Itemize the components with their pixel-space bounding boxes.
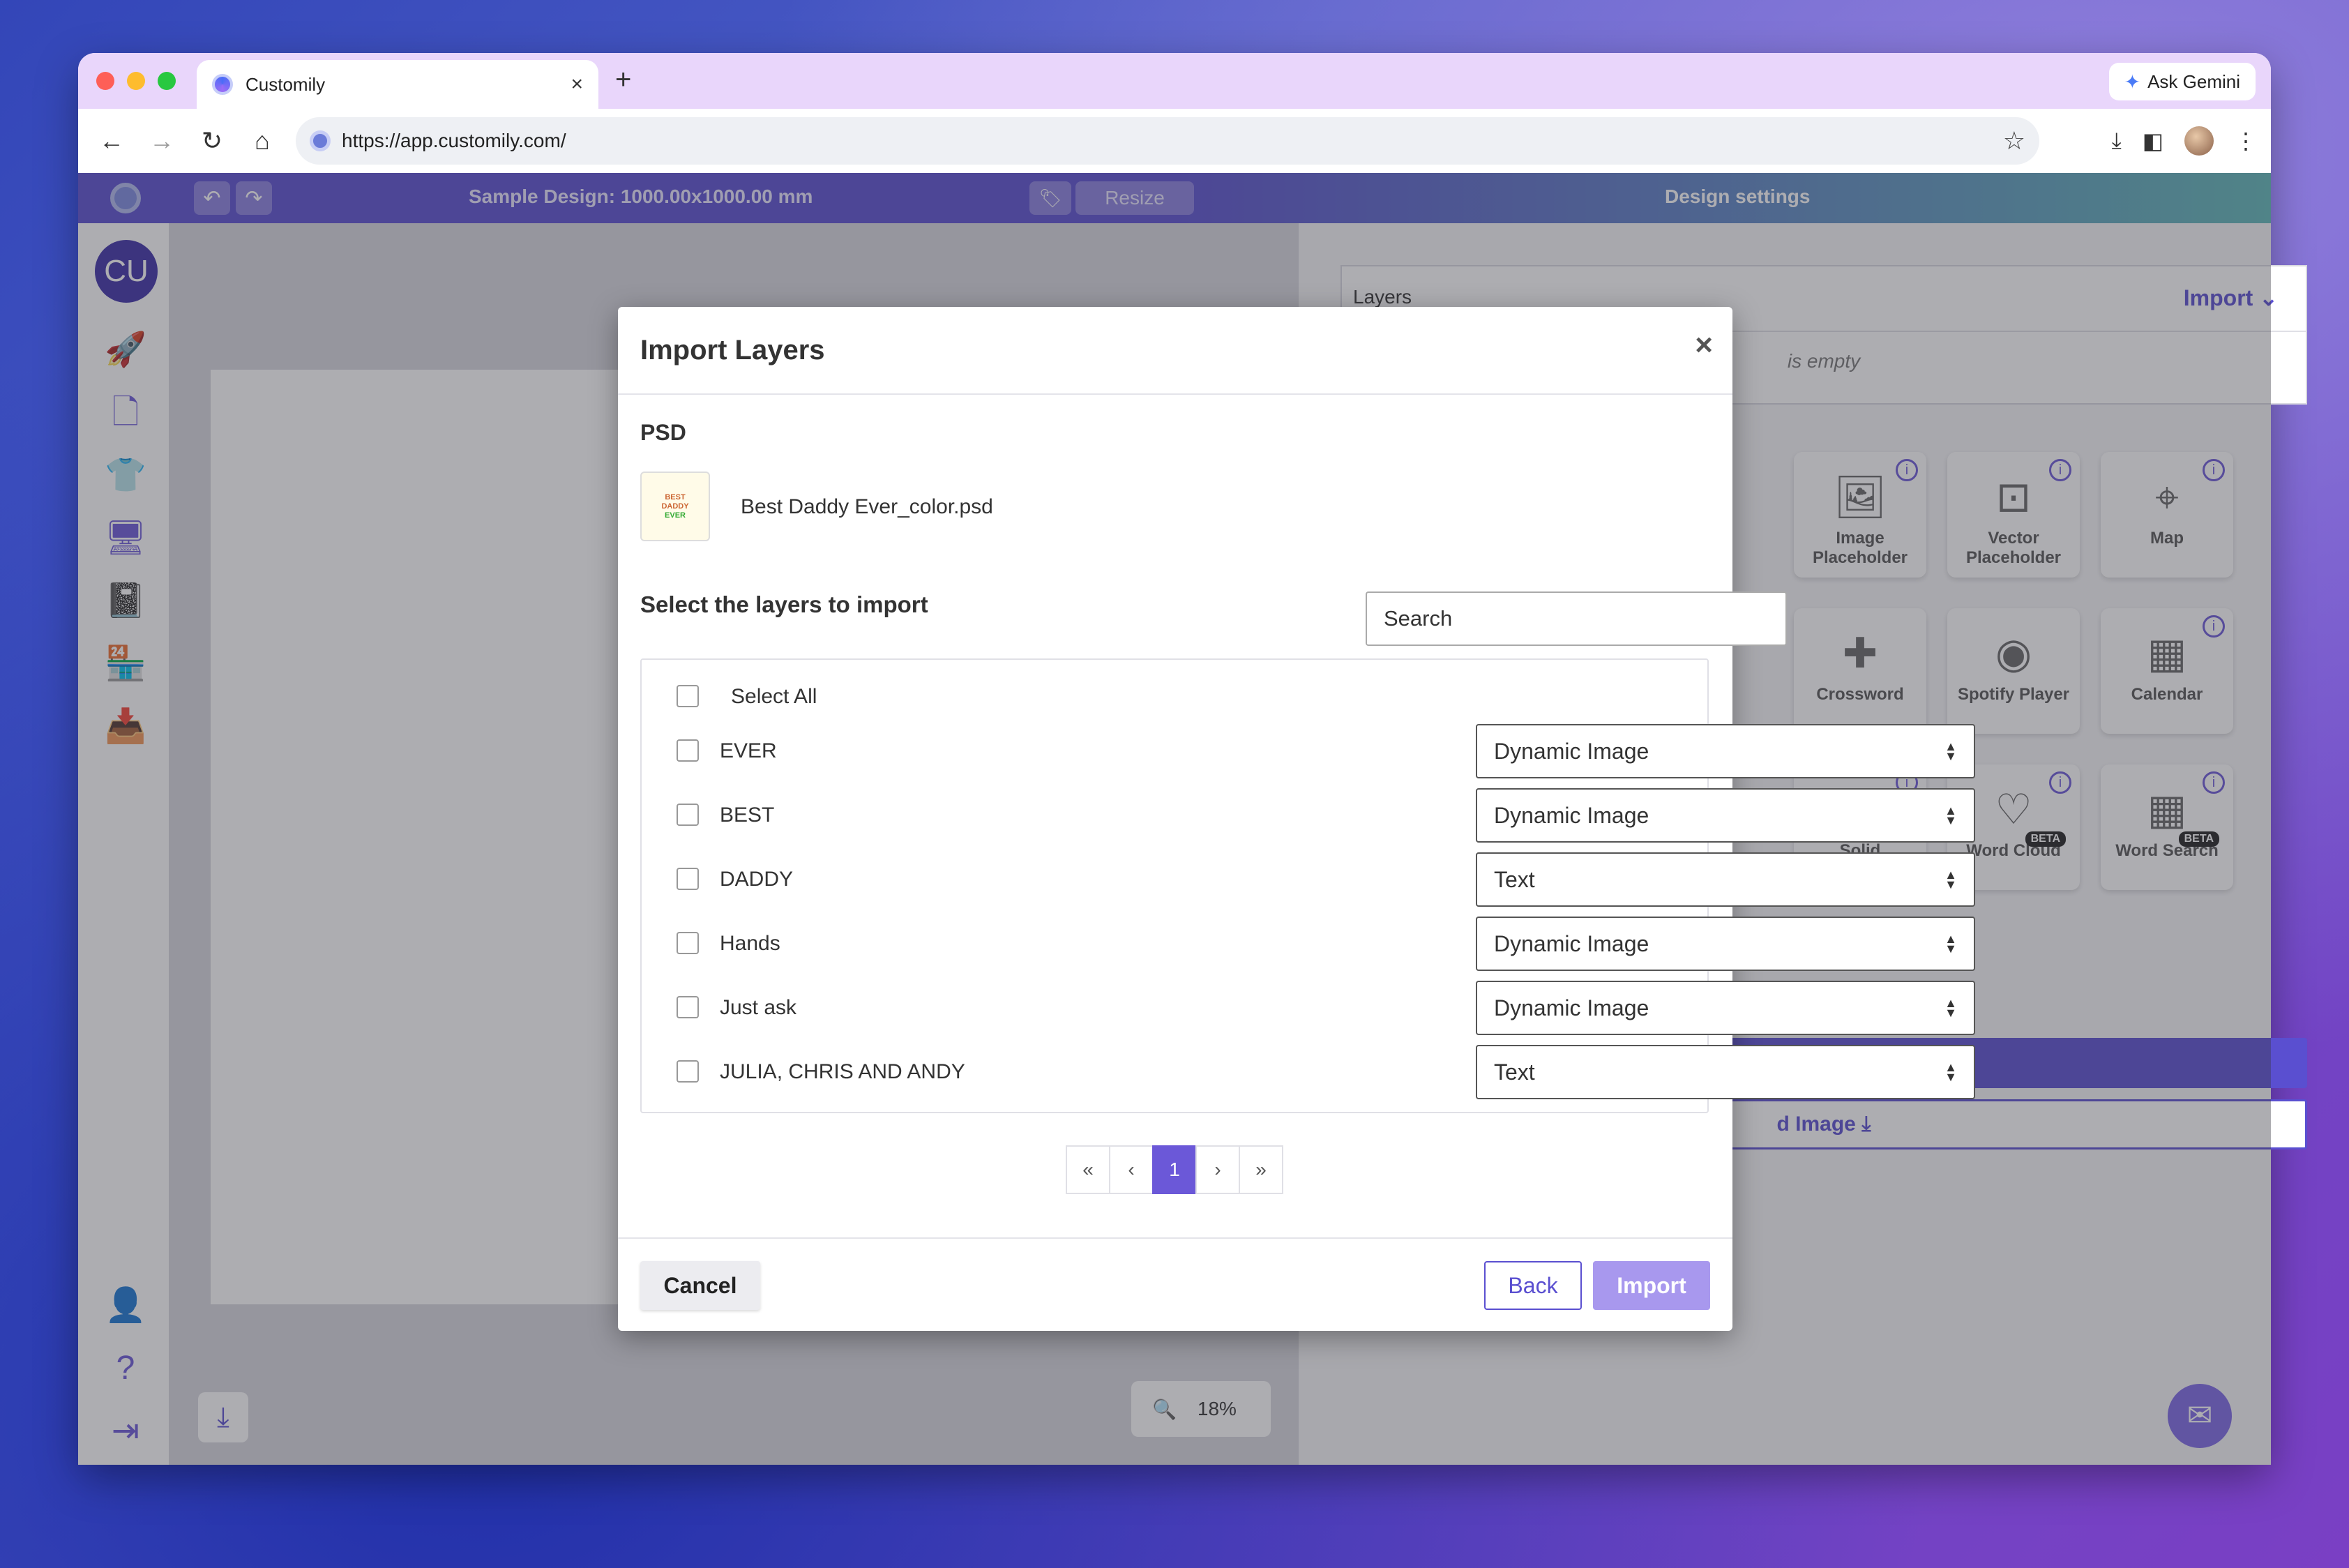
layer-type-select[interactable]: Dynamic Image ▲ ▼: [1476, 724, 1975, 778]
menu-dots-icon[interactable]: ⋮: [2235, 128, 2257, 154]
layer-name: Hands: [720, 932, 780, 955]
back-arrow-icon[interactable]: ←: [86, 126, 137, 156]
import-layers-modal: Import Layers × PSD BEST DADDY EVER Best…: [618, 307, 1975, 1331]
layer-type-value: Dynamic Image: [1494, 995, 1649, 1020]
select-arrows-icon: ▲ ▼: [1944, 739, 1957, 763]
layer-checkbox[interactable]: [677, 932, 699, 954]
select-arrows-icon: ▲ ▼: [1944, 804, 1957, 827]
window-controls: [96, 72, 176, 90]
select-arrows-icon: ▲ ▼: [1944, 1060, 1957, 1084]
new-tab-button[interactable]: +: [615, 64, 631, 96]
download-icon[interactable]: ⤓: [2112, 128, 2122, 154]
tab-close-icon[interactable]: ×: [571, 73, 583, 96]
layer-type-select[interactable]: Text ▲ ▼: [1476, 1045, 1975, 1099]
thumbnail-art: DADDY: [661, 502, 689, 511]
pagination: « ‹ 1 › »: [618, 1145, 1732, 1194]
browser-tab[interactable]: Customily ×: [197, 60, 598, 109]
layer-type-select[interactable]: Text ▲ ▼: [1476, 852, 1975, 907]
site-info-icon[interactable]: [310, 130, 331, 151]
maximize-window-button[interactable]: [158, 72, 176, 90]
layer-checkbox[interactable]: [677, 739, 699, 762]
minimize-window-button[interactable]: [127, 72, 145, 90]
url-text[interactable]: https://app.customily.com/: [342, 130, 2003, 152]
select-arrows-icon: ▲ ▼: [1944, 868, 1957, 891]
address-bar[interactable]: https://app.customily.com/ ☆: [296, 117, 2039, 165]
bookmark-star-icon[interactable]: ☆: [2003, 126, 2025, 156]
toolbar-actions: ⤓ ◧ ⋮: [2112, 109, 2257, 173]
layer-name: EVER: [720, 739, 777, 762]
modal-header: Import Layers ×: [618, 307, 1732, 395]
layer-checkbox[interactable]: [677, 1060, 699, 1083]
modal-title: Import Layers: [640, 335, 825, 365]
layer-checkbox[interactable]: [677, 868, 699, 890]
layer-type-value: Text: [1494, 1059, 1535, 1085]
tab-bar: Customily × + ✦ Ask Gemini: [78, 53, 2271, 109]
tab-title: Customily: [246, 73, 326, 95]
layer-name: BEST: [720, 804, 775, 827]
layer-row: BEST Dynamic Image ▲ ▼: [642, 785, 1975, 843]
select-all-row: Select All: [642, 667, 1707, 723]
select-arrows-icon: ▲ ▼: [1944, 996, 1957, 1020]
layer-type-select[interactable]: Dynamic Image ▲ ▼: [1476, 788, 1975, 843]
modal-footer: Cancel Back Import: [618, 1237, 1732, 1331]
ask-gemini-label: Ask Gemini: [2147, 70, 2240, 92]
layer-name: JULIA, CHRIS AND ANDY: [720, 1060, 965, 1083]
cancel-button[interactable]: Cancel: [640, 1261, 760, 1310]
layer-type-value: Dynamic Image: [1494, 802, 1649, 828]
browser-toolbar: ← → ↻ ⌂ https://app.customily.com/ ☆ ⤓ ◧…: [78, 109, 2271, 173]
gemini-sparkle-icon: ✦: [2124, 70, 2141, 93]
customily-favicon-icon: [212, 74, 233, 95]
select-layers-label: Select the layers to import: [640, 591, 928, 617]
first-page-button[interactable]: «: [1066, 1145, 1110, 1194]
page-1-button[interactable]: 1: [1152, 1145, 1197, 1194]
home-icon[interactable]: ⌂: [237, 126, 287, 156]
layer-row: DADDY Text ▲ ▼: [642, 850, 1975, 907]
layer-checkbox[interactable]: [677, 996, 699, 1018]
forward-arrow-icon[interactable]: →: [137, 126, 187, 156]
layer-type-value: Dynamic Image: [1494, 738, 1649, 764]
layer-search-input[interactable]: [1366, 591, 1787, 646]
back-button[interactable]: Back: [1484, 1261, 1582, 1310]
next-page-button[interactable]: ›: [1195, 1145, 1240, 1194]
last-page-button[interactable]: »: [1239, 1145, 1283, 1194]
layers-table: Select All EVER Dynamic Image ▲ ▼ BEST Dy…: [640, 658, 1975, 1113]
layer-row: EVER Dynamic Image ▲ ▼: [642, 721, 1975, 778]
layer-name: DADDY: [720, 868, 794, 891]
layer-name: Just ask: [720, 996, 797, 1019]
layer-row: JULIA, CHRIS AND ANDY Text ▲ ▼: [642, 1042, 1975, 1099]
close-window-button[interactable]: [96, 72, 114, 90]
side-panel-icon[interactable]: ◧: [2143, 128, 2163, 154]
select-arrows-icon: ▲ ▼: [1944, 932, 1957, 956]
thumbnail-art: BEST: [665, 492, 686, 502]
close-icon[interactable]: ×: [1695, 328, 1713, 363]
import-button[interactable]: Import: [1593, 1261, 1710, 1310]
psd-label: PSD: [640, 420, 686, 445]
layer-type-value: Dynamic Image: [1494, 930, 1649, 956]
reload-icon[interactable]: ↻: [187, 126, 237, 156]
ask-gemini-button[interactable]: ✦ Ask Gemini: [2108, 63, 2256, 100]
psd-thumbnail: BEST DADDY EVER: [640, 472, 710, 541]
select-all-label: Select All: [731, 685, 817, 708]
select-all-checkbox[interactable]: [677, 685, 699, 707]
layer-type-select[interactable]: Dynamic Image ▲ ▼: [1476, 917, 1975, 971]
layer-row: Just ask Dynamic Image ▲ ▼: [642, 978, 1975, 1035]
layer-type-select[interactable]: Dynamic Image ▲ ▼: [1476, 981, 1975, 1035]
layer-type-value: Text: [1494, 866, 1535, 892]
layer-row: Hands Dynamic Image ▲ ▼: [642, 914, 1975, 971]
profile-avatar[interactable]: [2184, 126, 2214, 156]
prev-page-button[interactable]: ‹: [1109, 1145, 1154, 1194]
psd-filename: Best Daddy Ever_color.psd: [741, 495, 993, 518]
thumbnail-art: EVER: [665, 511, 686, 520]
layer-checkbox[interactable]: [677, 804, 699, 826]
